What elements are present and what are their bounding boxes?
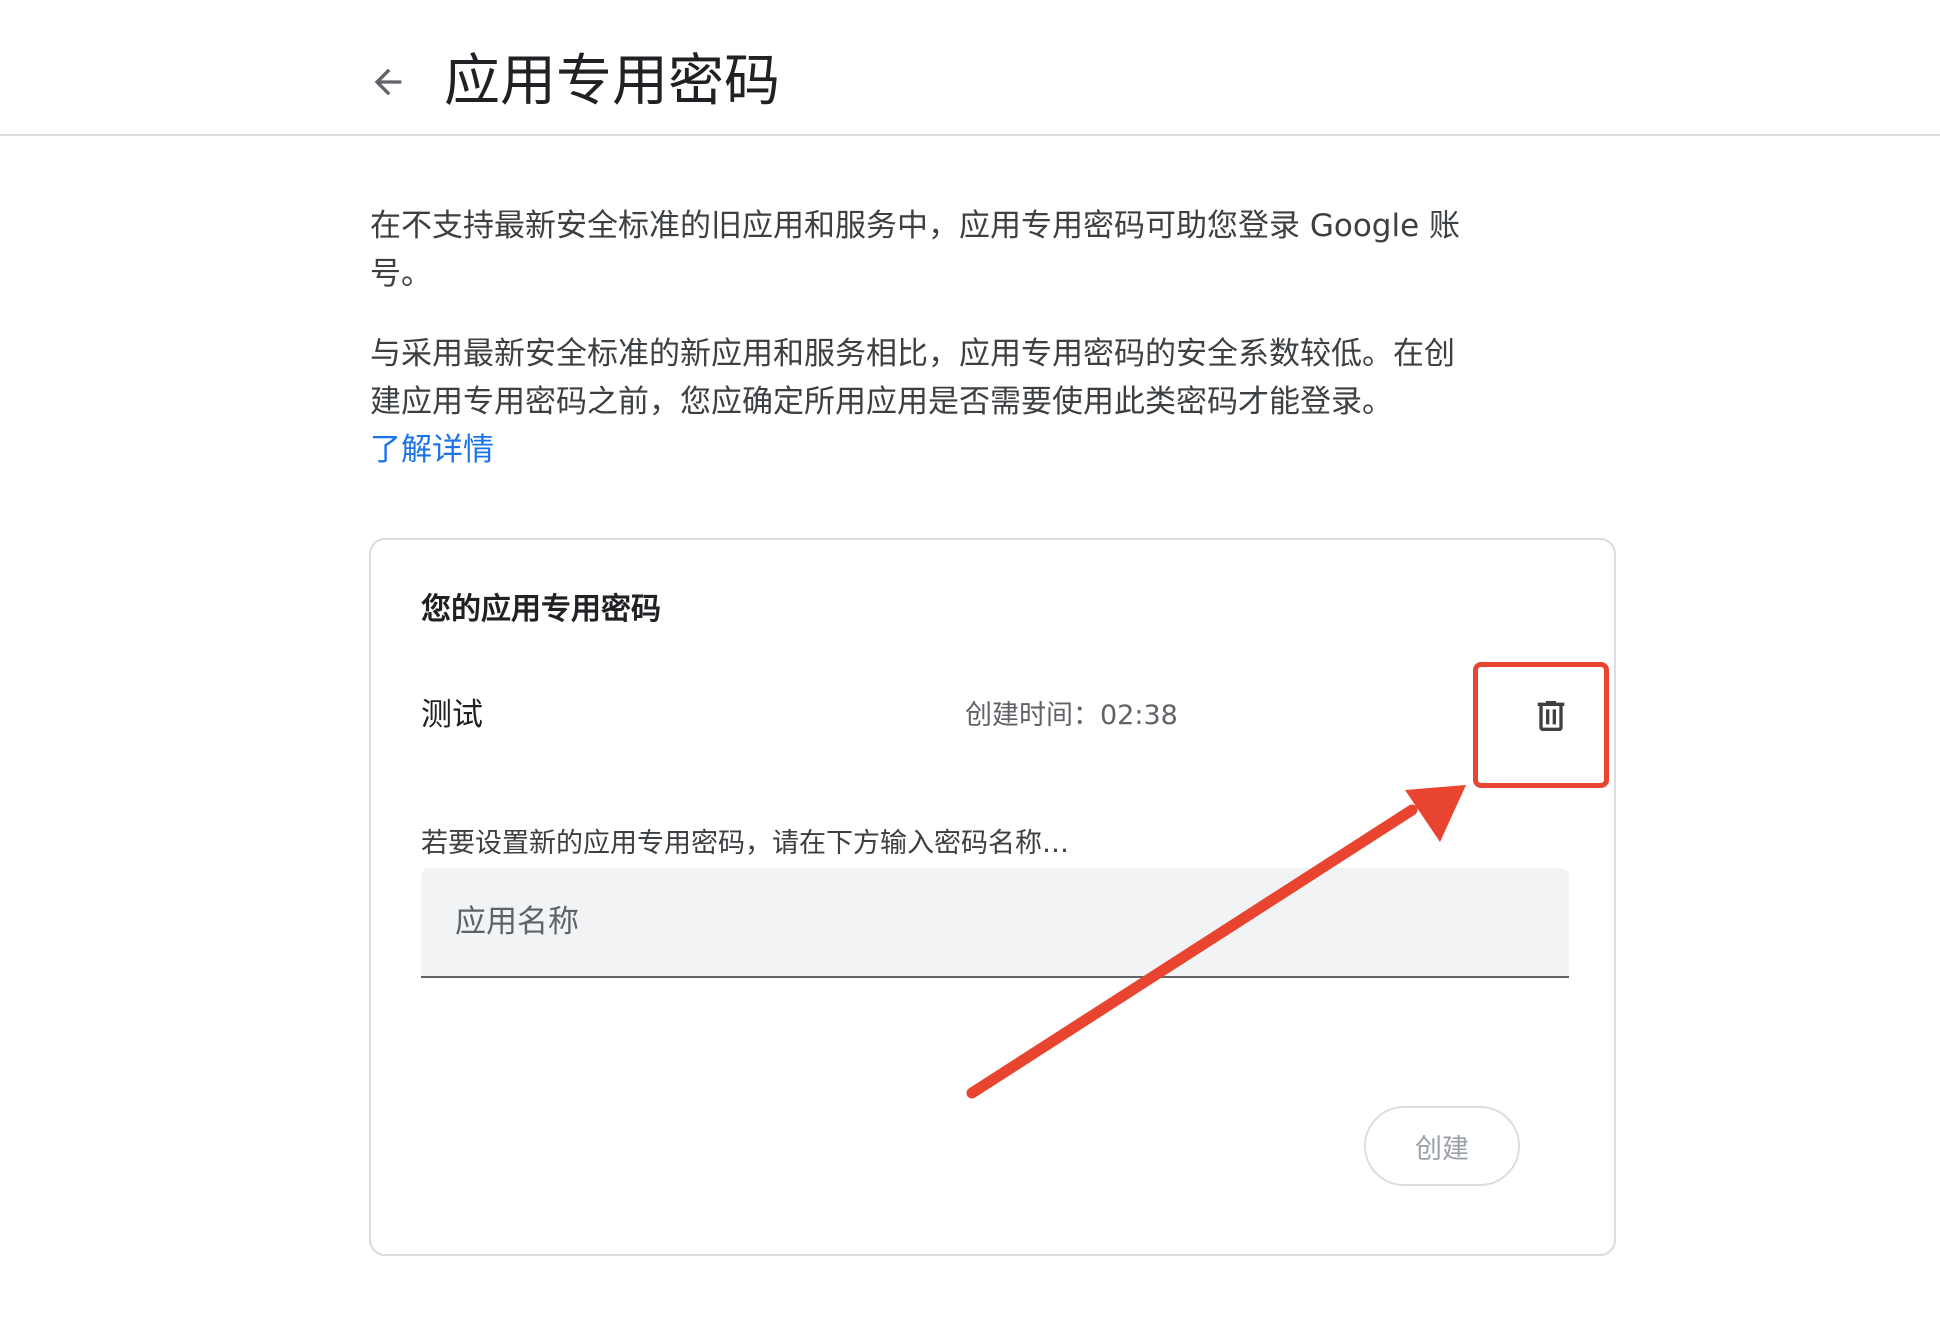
delete-password-button[interactable]	[1515, 680, 1587, 752]
intro-text-2: 与采用最新安全标准的新应用和服务相比，应用专用密码的安全系数较低。在创建应用专用…	[370, 336, 1455, 420]
app-passwords-card: 您的应用专用密码 测试 创建时间：02:38 若要设置新的应用专用密码，请在下方…	[369, 538, 1616, 1256]
trash-icon	[1537, 701, 1565, 731]
app-password-name: 测试	[421, 697, 483, 733]
intro-text-1: 在不支持最新安全标准的旧应用和服务中，应用专用密码可助您登录 Google 账号…	[370, 208, 1461, 292]
app-name-input[interactable]	[453, 888, 1537, 956]
back-button[interactable]	[360, 54, 416, 110]
intro-paragraph-1: 在不支持最新安全标准的旧应用和服务中，应用专用密码可助您登录 Google 账号…	[370, 202, 1470, 298]
top-bar: 应用专用密码	[0, 0, 1940, 136]
app-password-row: 测试 创建时间：02:38	[421, 680, 1571, 750]
app-password-created-time: 创建时间：02:38	[965, 700, 1178, 731]
card-title: 您的应用专用密码	[421, 592, 661, 627]
app-name-field[interactable]	[421, 868, 1569, 978]
create-helper-text: 若要设置新的应用专用密码，请在下方输入密码名称…	[421, 828, 1069, 859]
create-button[interactable]: 创建	[1364, 1106, 1520, 1186]
arrow-back-icon	[374, 68, 402, 96]
learn-more-link[interactable]: 了解详情	[370, 432, 494, 468]
page-title: 应用专用密码	[444, 49, 780, 114]
intro-paragraph-2: 与采用最新安全标准的新应用和服务相比，应用专用密码的安全系数较低。在创建应用专用…	[370, 330, 1470, 474]
